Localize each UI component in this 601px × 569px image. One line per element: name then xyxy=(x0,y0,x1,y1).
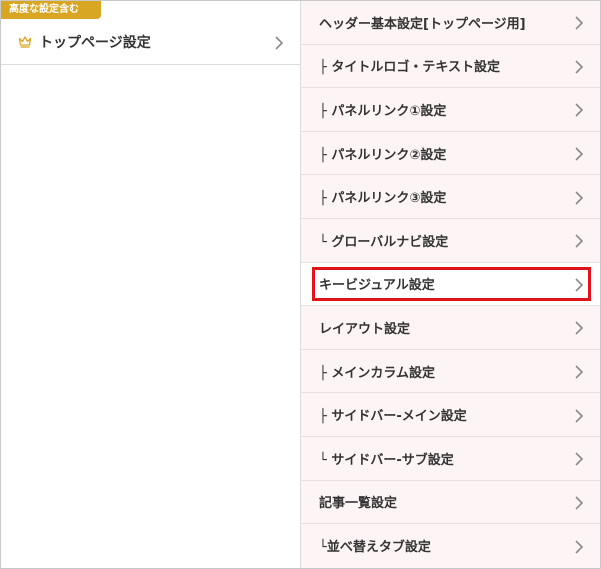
menu-item-label: ヘッダー基本設定[トップページ用] xyxy=(319,16,526,32)
chevron-right-icon xyxy=(574,320,584,336)
chevron-right-icon xyxy=(274,35,284,50)
advanced-settings-badge: 高度な設定含む xyxy=(1,1,101,19)
menu-item-layout[interactable]: レイアウト設定 xyxy=(301,306,600,350)
crown-icon xyxy=(17,34,33,50)
settings-panel: 高度な設定含む トップページ設定 ヘッダー基本設定[トップページ用] ├ タイト… xyxy=(0,0,601,569)
menu-item-header-basic[interactable]: ヘッダー基本設定[トップページ用] xyxy=(301,1,600,45)
chevron-right-icon xyxy=(574,364,584,379)
menu-item-label: ├ パネルリンク①設定 xyxy=(319,103,447,119)
left-column: 高度な設定含む トップページ設定 xyxy=(1,1,301,568)
chevron-right-icon xyxy=(574,495,584,510)
chevron-right-icon xyxy=(574,408,584,423)
menu-item-label: ├ パネルリンク③設定 xyxy=(319,191,447,207)
menu-item-label: 記事一覧設定 xyxy=(319,496,398,512)
menu-item-label: ├ タイトルロゴ・テキスト設定 xyxy=(319,60,500,76)
chevron-right-icon xyxy=(574,102,584,118)
menu-item-label: └ サイドバー-サブ設定 xyxy=(319,452,454,468)
menu-item-label: レイアウト設定 xyxy=(319,321,411,337)
menu-item-label: └ グローバルナビ設定 xyxy=(319,234,449,250)
menu-item-panel-link-3[interactable]: ├ パネルリンク③設定 xyxy=(301,175,600,219)
chevron-right-icon xyxy=(574,233,584,248)
chevron-right-icon xyxy=(574,59,584,74)
menu-item-main-column[interactable]: ├ メインカラム設定 xyxy=(301,349,600,394)
menu-item-panel-link-2[interactable]: ├ パネルリンク②設定 xyxy=(301,131,600,176)
top-page-settings-label: トップページ設定 xyxy=(39,34,151,51)
top-page-settings-item[interactable]: トップページ設定 xyxy=(1,19,300,65)
menu-item-sort-tabs[interactable]: └並べ替えタブ設定 xyxy=(301,524,600,568)
submenu-list: ヘッダー基本設定[トップページ用] ├ タイトルロゴ・テキスト設定 ├ パネルリ… xyxy=(301,1,600,568)
chevron-right-icon xyxy=(574,146,584,161)
menu-item-global-nav[interactable]: └ グローバルナビ設定 xyxy=(301,218,600,263)
menu-item-label: └並べ替えタブ設定 xyxy=(319,540,431,556)
menu-item-key-visual[interactable]: キービジュアル設定 xyxy=(301,262,600,307)
menu-item-label: キービジュアル設定 xyxy=(319,278,435,294)
chevron-right-icon xyxy=(574,190,584,205)
menu-item-label: ├ サイドバー-メイン設定 xyxy=(319,409,467,425)
chevron-right-icon xyxy=(574,451,584,466)
menu-item-panel-link-1[interactable]: ├ パネルリンク①設定 xyxy=(301,88,600,132)
chevron-right-icon xyxy=(574,539,584,554)
menu-item-article-list[interactable]: 記事一覧設定 xyxy=(301,480,600,525)
chevron-right-icon xyxy=(574,277,584,292)
menu-item-sidebar-sub[interactable]: └ サイドバー-サブ設定 xyxy=(301,436,600,481)
menu-item-label: ├ メインカラム設定 xyxy=(319,365,435,381)
menu-item-title-logo[interactable]: ├ タイトルロゴ・テキスト設定 xyxy=(301,44,600,89)
menu-item-label: ├ パネルリンク②設定 xyxy=(319,147,447,163)
chevron-right-icon xyxy=(574,15,584,30)
menu-item-sidebar-main[interactable]: ├ サイドバー-メイン設定 xyxy=(301,393,600,437)
